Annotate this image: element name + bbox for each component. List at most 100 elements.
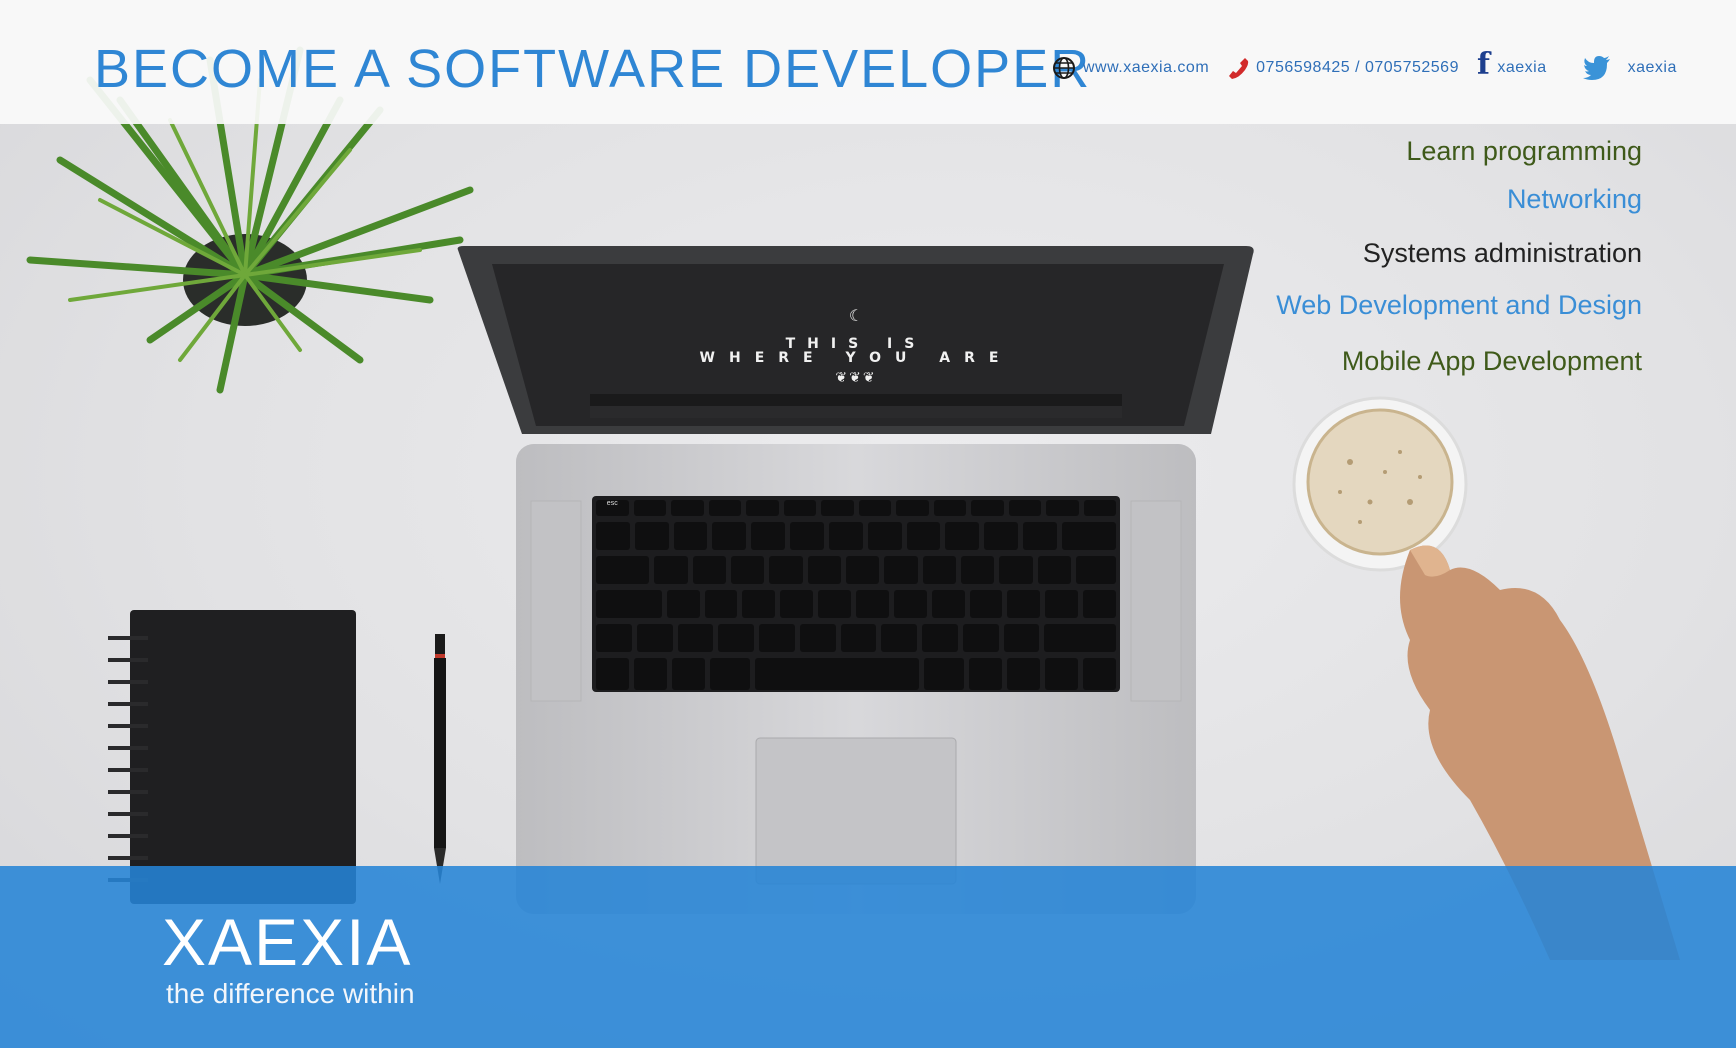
key: [708, 500, 741, 516]
key-row: [596, 590, 1117, 618]
key: [960, 556, 995, 584]
key: [971, 500, 1004, 516]
key: [671, 500, 704, 516]
key: [962, 624, 999, 652]
facebook-icon: f: [1476, 47, 1491, 82]
key: [769, 556, 803, 584]
key: [671, 658, 705, 690]
key: [1007, 590, 1041, 618]
phone-number[interactable]: 0756598425 / 0705752569: [1256, 59, 1459, 77]
key: [1023, 522, 1057, 550]
key: [692, 556, 726, 584]
key: [596, 522, 630, 550]
key: [1045, 590, 1079, 618]
key: [922, 624, 958, 652]
service-web-development: Web Development and Design: [1276, 292, 1642, 319]
key-row: [596, 556, 1116, 584]
key: [634, 522, 669, 550]
key: [924, 658, 965, 690]
key: [856, 590, 889, 618]
key: [1083, 500, 1116, 516]
key: [712, 522, 747, 550]
key: [840, 624, 877, 652]
key: [1008, 500, 1041, 516]
key: [945, 522, 980, 550]
key-row: [596, 658, 1116, 690]
phone-contact[interactable]: 0756598425 / 0705752569: [1227, 56, 1459, 80]
service-learn-programming: Learn programming: [1406, 138, 1642, 165]
facebook-handle[interactable]: xaexia: [1497, 59, 1546, 77]
key: [1061, 522, 1117, 550]
twitter-contact[interactable]: xaexia: [1582, 56, 1677, 80]
key: [1044, 624, 1116, 652]
key: [780, 590, 814, 618]
key: [818, 590, 852, 618]
key: [858, 500, 891, 516]
key: [881, 624, 918, 652]
key: [969, 590, 1003, 618]
key: [1075, 556, 1116, 584]
key: [746, 500, 779, 516]
key: [709, 658, 750, 690]
key: [931, 590, 965, 618]
website-contact[interactable]: www.xaexia.com: [1052, 56, 1209, 80]
key: [666, 590, 700, 618]
screen-line-2: WHERE YOU ARE: [699, 350, 1013, 366]
key: [922, 556, 956, 584]
key: [759, 624, 795, 652]
brand-logo: XAEXIA: [162, 905, 413, 979]
service-networking: Networking: [1507, 186, 1642, 213]
key: [867, 522, 902, 550]
service-systems-administration: Systems administration: [1363, 240, 1642, 267]
key: [1046, 500, 1079, 516]
twitter-handle[interactable]: xaexia: [1628, 59, 1677, 77]
key-row: esc: [596, 500, 1116, 516]
key: [896, 500, 929, 516]
key: [783, 500, 816, 516]
key: [933, 500, 966, 516]
key: [821, 500, 854, 516]
key: [704, 590, 738, 618]
page-title: BECOME A SOFTWARE DEVELOPER: [94, 39, 1092, 99]
key: [1003, 624, 1040, 652]
key: [799, 624, 836, 652]
brand-tagline: the difference within: [166, 978, 415, 1009]
key: [893, 590, 927, 618]
service-label: Systems administration: [1362, 238, 1642, 268]
notebook-image: [108, 610, 356, 904]
key: [984, 522, 1019, 550]
contact-bar: www.xaexia.com 0756598425 / 0705752569 f…: [1052, 50, 1685, 84]
service-mobile-app-development: Mobile App Development: [1342, 348, 1642, 375]
key: [790, 522, 824, 550]
twitter-icon: [1582, 56, 1610, 80]
key: [742, 590, 776, 618]
key: [1083, 658, 1116, 690]
moon-icon: ☾: [848, 306, 864, 325]
key: [596, 590, 662, 618]
key: [828, 522, 863, 550]
service-label: Networking: [1506, 184, 1642, 214]
key: [906, 522, 941, 550]
key: [754, 658, 920, 690]
header-bar: BECOME A SOFTWARE DEVELOPER www.xaexia.c…: [0, 0, 1736, 124]
key: [673, 522, 708, 550]
key: [718, 624, 755, 652]
service-label: Mobile App Development: [1341, 346, 1642, 376]
key: [1007, 658, 1041, 690]
key-row: [596, 522, 1117, 550]
key: [633, 658, 667, 690]
key: [1037, 556, 1071, 584]
website-link[interactable]: www.xaexia.com: [1083, 59, 1209, 77]
key: [677, 624, 714, 652]
ornament-icon: ❦❦❦: [835, 370, 877, 386]
key: [633, 500, 666, 516]
service-label: Learn programming: [1406, 136, 1642, 166]
key: [845, 556, 880, 584]
key: [596, 556, 650, 584]
laptop-screen: ☾ THIS IS WHERE YOU ARE ❦❦❦ esc: [456, 246, 1256, 916]
key: [596, 658, 629, 690]
facebook-contact[interactable]: f xaexia: [1477, 50, 1547, 80]
key: [751, 522, 786, 550]
key: [999, 556, 1033, 584]
key: [1083, 590, 1117, 618]
